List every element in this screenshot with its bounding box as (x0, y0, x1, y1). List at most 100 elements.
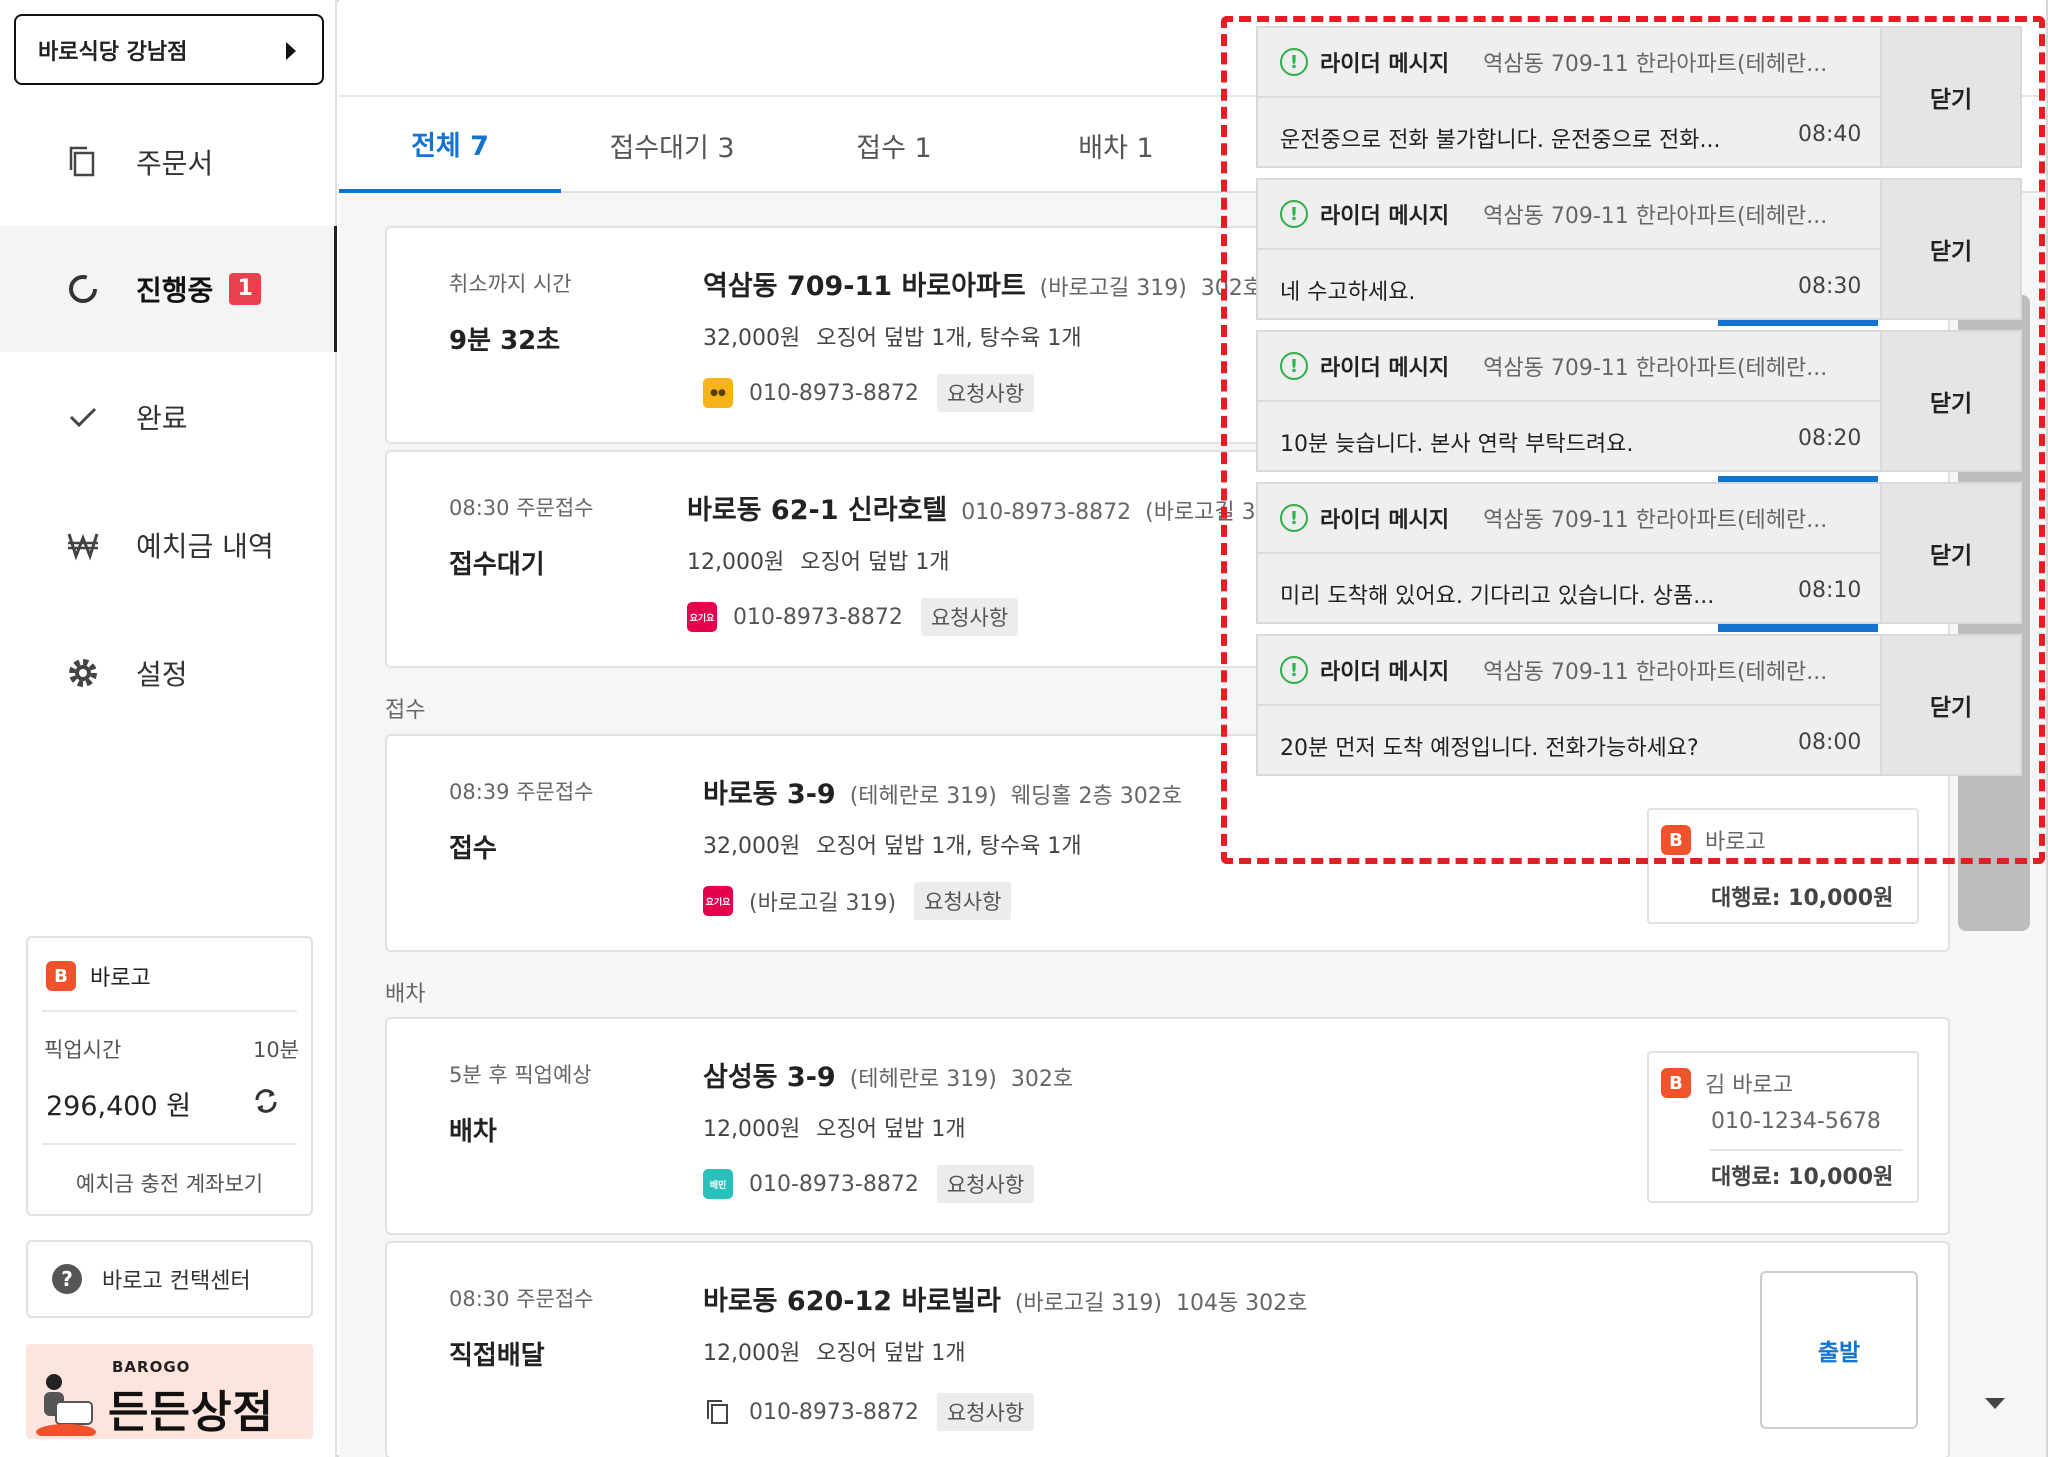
toast-header: ! 라이더 메시지 역삼동 709-11 한라아파트(테헤란... (1258, 180, 1882, 250)
phone-number: 010-8973-8872 (733, 604, 903, 630)
order-card[interactable]: 08:30 주문접수 직접배달 바로동 620-12 바로빌라 (바로고길 319… (385, 1241, 1950, 1457)
order-contact: 요기요 (바로고길 319) 요청사항 (703, 882, 1012, 920)
barogo-logo-icon: B (46, 961, 76, 991)
address-main: 역삼동 709-11 바로아파트 (703, 271, 1026, 302)
toast-location: 역삼동 709-11 한라아파트(테헤란... (1483, 356, 1828, 381)
close-button[interactable]: 닫기 (1880, 180, 2020, 318)
check-icon (66, 400, 100, 434)
divider (1709, 1149, 1903, 1151)
nav-label: 예치금 내역 (136, 530, 274, 563)
alert-icon: ! (1280, 656, 1308, 684)
close-button[interactable]: 닫기 (1880, 332, 2020, 470)
brand-name: 바로고 (90, 966, 151, 991)
toast-location: 역삼동 709-11 한라아파트(테헤란... (1483, 508, 1828, 533)
order-menu: 32,000원 오징어 덮밥 1개, 탕수육 1개 (703, 320, 1082, 352)
toast-message: 네 수고하세요. (1280, 280, 1416, 305)
yogiyo-app-icon: 요기요 (703, 886, 733, 916)
store-name: 바로식당 강남점 (38, 39, 188, 65)
request-tag[interactable]: 요청사항 (936, 1165, 1035, 1203)
order-price: 32,000원 (703, 326, 801, 351)
order-address: 바로동 62-1 신라호텔 010-8973-8872 (바로고길 31 (687, 488, 1270, 527)
nav-item-deposit-history[interactable]: 예치금 내역 (0, 482, 337, 608)
depart-button[interactable]: 출발 (1760, 1271, 1918, 1429)
rider-message-toast[interactable]: ! 라이더 메시지 역삼동 709-11 한라아파트(테헤란... 20분 먼저… (1256, 634, 2022, 776)
caret-right-icon (286, 42, 296, 60)
tab-accepted[interactable]: 접수 1 (783, 97, 1005, 193)
request-tag[interactable]: 요청사항 (936, 374, 1035, 412)
toast-time: 08:20 (1798, 426, 1862, 451)
toast-message: 10분 늦습니다. 본사 연락 부탁드려요. (1280, 432, 1634, 457)
tab-all[interactable]: 전체 7 (339, 97, 561, 193)
section-label-dispatched: 배차 (385, 982, 426, 1007)
order-address: 역삼동 709-11 바로아파트 (바로고길 319) 302호 (703, 264, 1263, 303)
order-meta: 취소까지 시간 (449, 272, 572, 296)
order-status: 9분 32초 (449, 326, 561, 356)
order-price: 12,000원 (703, 1117, 801, 1142)
close-button[interactable]: 닫기 (1880, 28, 2020, 166)
toast-header: ! 라이더 메시지 역삼동 709-11 한라아파트(테헤란... (1258, 636, 1882, 706)
nav-item-in-progress[interactable]: 진행중 1 (0, 226, 337, 352)
rider-message-toast[interactable]: ! 라이더 메시지 역삼동 709-11 한라아파트(테헤란... 10분 늦습… (1256, 330, 2022, 472)
request-tag[interactable]: 요청사항 (936, 1393, 1035, 1431)
alert-icon: ! (1280, 200, 1308, 228)
address-main: 바로동 620-12 바로빌라 (703, 1286, 1001, 1317)
request-tag[interactable]: 요청사항 (920, 598, 1019, 636)
refresh-icon[interactable] (251, 1086, 281, 1116)
rider-message-toast[interactable]: ! 라이더 메시지 역삼동 709-11 한라아파트(테헤란... 운전중으로 … (1256, 26, 2022, 168)
address-unit: 302호 (1010, 1067, 1074, 1092)
close-button[interactable]: 닫기 (1880, 484, 2020, 622)
order-card[interactable]: 5분 후 픽업예상 배차 삼성동 3-9 (테헤란로 319) 302호 12,00… (385, 1017, 1950, 1235)
order-meta: 08:30 주문접수 (449, 1287, 594, 1311)
order-meta: 08:39 주문접수 (449, 780, 594, 804)
toast-time: 08:00 (1798, 730, 1862, 755)
nav-item-settings[interactable]: 설정 (0, 610, 337, 736)
tab-dispatched[interactable]: 배차 1 (1005, 97, 1227, 193)
toast-location: 역삼동 709-11 한라아파트(테헤란... (1483, 660, 1828, 685)
tab-waiting[interactable]: 접수대기 3 (561, 97, 783, 193)
scroll-down-icon[interactable] (1985, 1398, 2005, 1409)
order-menu: 12,000원 오징어 덮밥 1개 (703, 1111, 966, 1143)
toast-header: ! 라이더 메시지 역삼동 709-11 한라아파트(테헤란... (1258, 28, 1882, 98)
progress-icon (66, 272, 100, 306)
menu-items: 오징어 덮밥 1개 (800, 550, 950, 575)
nav-item-done[interactable]: 완료 (0, 354, 337, 480)
toast-header: ! 라이더 메시지 역삼동 709-11 한라아파트(테헤란... (1258, 332, 1882, 402)
nav-label: 주문서 (136, 147, 214, 180)
alert-icon: ! (1280, 504, 1308, 532)
order-status: 접수 (449, 834, 497, 864)
pickup-value: 10분 (252, 1038, 299, 1062)
toast-time: 08:40 (1798, 122, 1862, 147)
delivery-fee: 대행료: 10,000원 (1711, 886, 1894, 911)
deposit-brand: B 바로고 (46, 960, 151, 992)
store-selector[interactable]: 바로식당 강남점 (14, 14, 324, 85)
order-menu: 32,000원 오징어 덮밥 1개, 탕수육 1개 (703, 828, 1082, 860)
toast-title: 라이더 메시지 (1320, 204, 1450, 229)
divider (42, 1010, 297, 1012)
divider (42, 1143, 297, 1145)
request-tag[interactable]: 요청사항 (914, 882, 1012, 920)
order-meta: 08:30 주문접수 (449, 496, 594, 520)
rider-info: B 김 바로고 010-1234-5678 대행료: 10,000원 (1647, 1051, 1919, 1203)
toast-header: ! 라이더 메시지 역삼동 709-11 한라아파트(테헤란... (1258, 484, 1882, 554)
won-icon (66, 528, 100, 562)
address-road: (테헤란로 319) (849, 784, 997, 809)
sidebar: 바로식당 강남점 주문서 진행중 1 완료 예치금 내역 설정 B 바로고 픽업… (0, 0, 337, 1457)
copy-icon (66, 145, 100, 179)
rider-message-toast[interactable]: ! 라이더 메시지 역삼동 709-11 한라아파트(테헤란... 미리 도착해… (1256, 482, 2022, 624)
rider-message-toast[interactable]: ! 라이더 메시지 역삼동 709-11 한라아파트(테헤란... 네 수고하세… (1256, 178, 2022, 320)
toast-time: 08:10 (1798, 578, 1862, 603)
address-main: 삼성동 3-9 (703, 1062, 836, 1093)
promo-banner[interactable]: BAROGO 든든상점 (26, 1344, 313, 1439)
address-main: 바로동 3-9 (703, 779, 836, 810)
phone-number: 010-8973-8872 (749, 1171, 919, 1197)
order-status: 접수대기 (449, 550, 545, 580)
order-menu: 12,000원 오징어 덮밥 1개 (687, 544, 950, 576)
contact-center-button[interactable]: ? 바로고 컨택센터 (26, 1240, 313, 1318)
count-badge: 1 (229, 273, 262, 305)
alert-icon: ! (1280, 352, 1308, 380)
order-status: 직접배달 (449, 1341, 545, 1371)
close-button[interactable]: 닫기 (1880, 636, 2020, 774)
nav-item-orders[interactable]: 주문서 (0, 99, 337, 225)
yogiyo-app-icon: 요기요 (687, 602, 717, 632)
charge-account-link[interactable]: 예치금 충전 계좌보기 (28, 1168, 311, 1198)
